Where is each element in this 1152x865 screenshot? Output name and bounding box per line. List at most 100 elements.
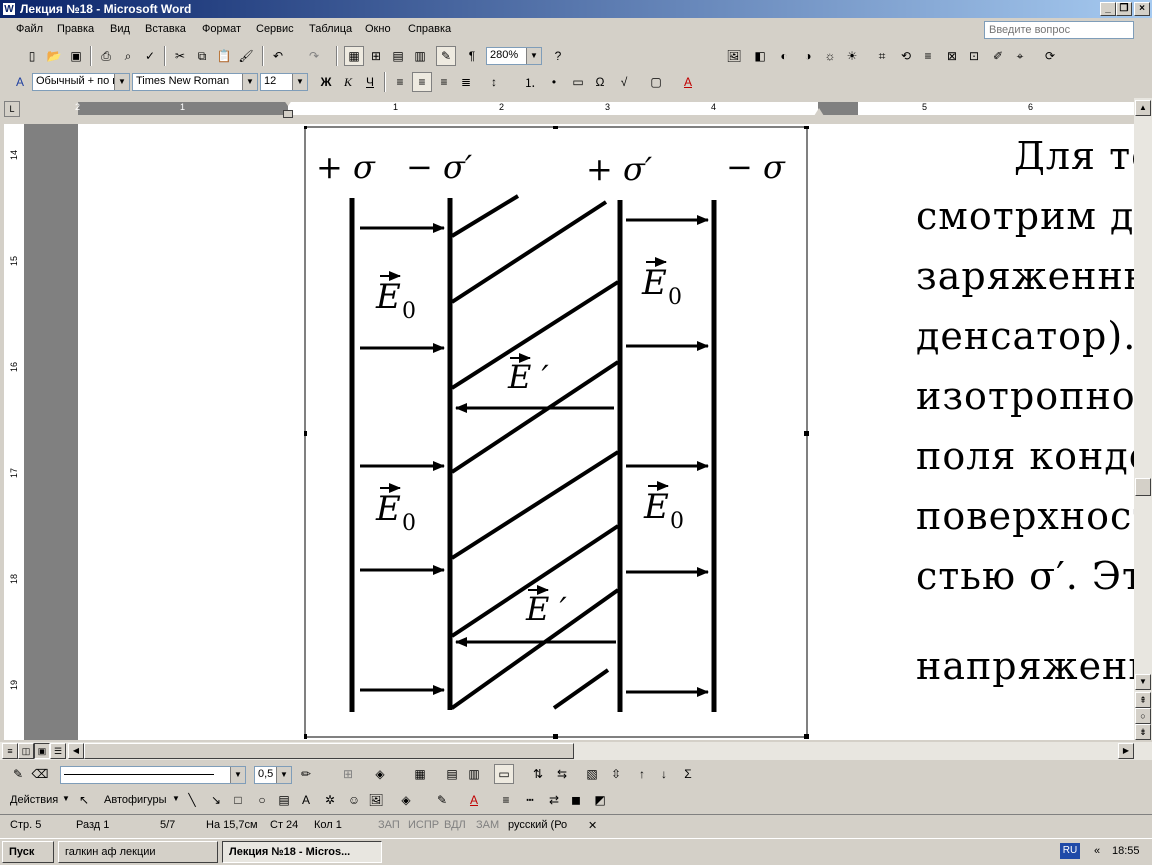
show-formatting-icon[interactable]: ¶ (462, 46, 482, 66)
actions-dropdown-icon[interactable]: ▼ (62, 794, 70, 803)
horizontal-scroll-thumb[interactable] (84, 743, 574, 759)
compress-picture-icon[interactable]: ⊠ (942, 46, 962, 66)
line-style-icon[interactable]: ≡ (918, 46, 938, 66)
rotate-icon[interactable]: ⟲ (896, 46, 916, 66)
selection-handle[interactable] (304, 126, 307, 129)
line-weight-select[interactable]: 0,5 ▼ (254, 766, 292, 784)
autoshapes-dropdown-icon[interactable]: ▼ (172, 794, 180, 803)
next-page-icon[interactable]: ⇟ (1135, 724, 1151, 740)
shadow-style-icon[interactable]: ◼ (566, 790, 586, 810)
status-ext[interactable]: ВДЛ (444, 819, 466, 831)
horizontal-ruler[interactable]: L 2 1 1 2 3 4 5 6 (0, 98, 1152, 120)
justify-icon[interactable]: ≣ (456, 72, 476, 92)
cut-icon[interactable]: ✂ (170, 46, 190, 66)
line-icon[interactable]: ╲ (182, 790, 202, 810)
horizontal-scrollbar[interactable]: ≡ ◫ ▣ ☰ ◀ ▶ (0, 742, 1152, 760)
3d-style-icon[interactable]: ◩ (590, 790, 610, 810)
line-color-icon[interactable]: ✎ (432, 790, 452, 810)
font-size-select[interactable]: 12 ▼ (260, 73, 308, 91)
copy-icon[interactable]: ⧉ (192, 46, 212, 66)
tables-borders-icon[interactable]: ▦ (344, 46, 364, 66)
status-trk[interactable]: ИСПР (408, 819, 439, 831)
shading-color-icon[interactable]: ◈ (370, 764, 390, 784)
line-spacing-icon[interactable]: ↕ (484, 72, 504, 92)
distribute-rows-icon[interactable]: ⇅ (528, 764, 548, 784)
help-icon[interactable]: ? (548, 46, 568, 66)
menu-help[interactable]: Справка (408, 23, 451, 35)
vertical-ruler[interactable]: 14 15 16 17 18 19 (4, 124, 25, 740)
vertical-scrollbar[interactable]: ▲ ▼ ⇞ ○ ⇟ (1134, 98, 1152, 740)
fill-color-icon[interactable]: ◈ (396, 790, 416, 810)
arrow-icon[interactable]: ↘ (206, 790, 226, 810)
status-rec[interactable]: ЗАП (378, 819, 400, 831)
selection-handle[interactable] (804, 126, 809, 129)
restore-button[interactable]: ❐ (1116, 2, 1132, 16)
status-language[interactable]: русский (Ро (508, 819, 567, 831)
oval-icon[interactable]: ○ (252, 790, 272, 810)
normal-view-icon[interactable]: ≡ (2, 743, 18, 759)
menu-insert[interactable]: Вставка (145, 23, 186, 35)
tab-selector-icon[interactable]: L (4, 101, 20, 117)
spelling-status-icon[interactable]: ✕ (588, 819, 597, 832)
document-text-column[interactable]: Для того смотрим две заряженные денсатор… (916, 124, 1134, 740)
line-style-icon[interactable]: ≡ (496, 790, 516, 810)
paste-icon[interactable]: 📋 (214, 46, 234, 66)
insert-table-icon[interactable]: ▦ (410, 764, 430, 784)
underline-button[interactable]: Ч (360, 72, 380, 92)
web-view-icon[interactable]: ◫ (18, 743, 34, 759)
insert-field-icon[interactable]: ▭ (568, 72, 588, 92)
distribute-columns-icon[interactable]: ⇆ (552, 764, 572, 784)
menu-table[interactable]: Таблица (309, 23, 352, 35)
right-indent-marker[interactable] (814, 108, 824, 116)
text-direction-icon[interactable]: ⇳ (606, 764, 626, 784)
autosum-button[interactable]: Σ (678, 764, 698, 784)
word-app-icon[interactable]: W (2, 2, 16, 16)
diagram-icon[interactable]: ✲ (320, 790, 340, 810)
align-left-icon[interactable]: ≡ (390, 72, 410, 92)
spelling-icon[interactable]: ✓ (140, 46, 160, 66)
menu-file[interactable]: Файл (16, 23, 43, 35)
table-autoformat-icon[interactable]: ▧ (582, 764, 602, 784)
styles-formatting-icon[interactable]: A (10, 72, 30, 92)
selection-handle[interactable] (553, 126, 558, 129)
bullets-icon[interactable]: • (544, 72, 564, 92)
font-select[interactable]: Times New Roman ▼ (132, 73, 258, 91)
clip-art-icon[interactable]: ☺ (344, 790, 364, 810)
print-preview-icon[interactable]: ⌕ (118, 46, 138, 66)
print-icon[interactable]: ⎙ (96, 46, 116, 66)
arrow-style-icon[interactable]: ⇄ (544, 790, 564, 810)
bold-button[interactable]: Ж (316, 72, 336, 92)
equation-editor-icon[interactable]: √ (614, 72, 634, 92)
italic-button[interactable]: К (338, 72, 358, 92)
scroll-down-icon[interactable]: ▼ (1135, 674, 1151, 690)
line-style-select[interactable]: ▼ (60, 766, 246, 784)
borders-icon[interactable]: ▢ (646, 72, 666, 92)
set-transparent-color-icon[interactable]: ⌖ (1010, 46, 1030, 66)
numbering-icon[interactable]: ⒈ (520, 72, 540, 92)
close-button[interactable]: × (1134, 2, 1150, 16)
menu-format[interactable]: Формат (202, 23, 241, 35)
format-picture-icon[interactable]: ✐ (988, 46, 1008, 66)
align-center-icon[interactable]: ≡ (412, 72, 432, 92)
reset-picture-icon[interactable]: ⟳ (1040, 46, 1060, 66)
help-question-input[interactable] (984, 21, 1134, 39)
draw-table-icon[interactable]: ✎ (8, 764, 28, 784)
dielectric-field-figure[interactable]: + σ − σ′ + σ′ − σ E 0 E 0 E ′ E 0 E 0 E … (304, 126, 810, 740)
text-wrapping-icon[interactable]: ⊡ (964, 46, 984, 66)
align-icon[interactable]: ▭ (494, 764, 514, 784)
task-word[interactable]: Лекция №18 - Micros... (222, 841, 382, 863)
brightness-less-icon[interactable]: ☀ (842, 46, 862, 66)
menu-view[interactable]: Вид (110, 23, 130, 35)
columns-icon[interactable]: ▥ (410, 46, 430, 66)
dash-style-icon[interactable]: ┅ (520, 790, 540, 810)
minimize-button[interactable]: _ (1100, 2, 1116, 16)
start-button[interactable]: Пуск (2, 841, 54, 863)
sort-descending-icon[interactable]: ↓ (654, 764, 674, 784)
task-explorer[interactable]: галкин аф лекции (58, 841, 218, 863)
menu-window[interactable]: Окно (365, 23, 391, 35)
image-color-icon[interactable]: ◧ (750, 46, 770, 66)
font-color-icon[interactable]: A (678, 72, 698, 92)
actions-menu[interactable]: Действия (10, 794, 58, 806)
redo-icon[interactable]: ↷ (304, 46, 324, 66)
font-color-icon[interactable]: A (464, 790, 484, 810)
